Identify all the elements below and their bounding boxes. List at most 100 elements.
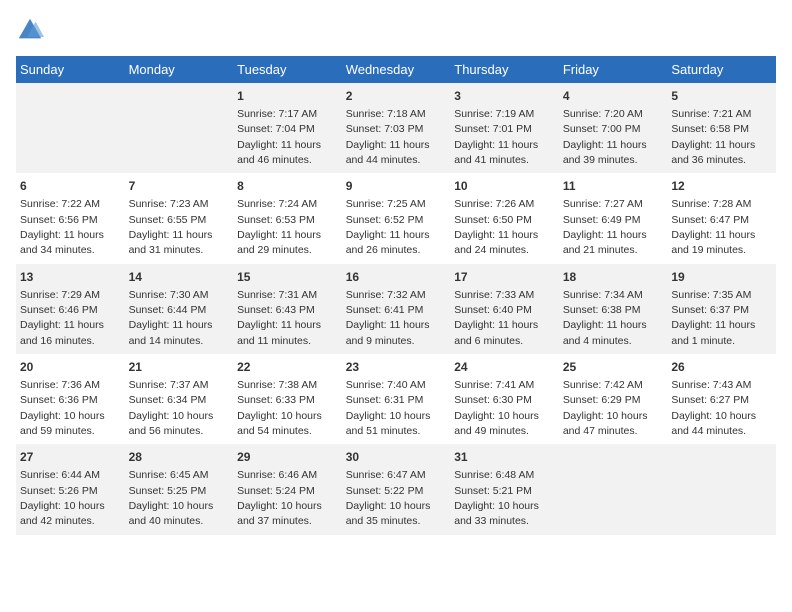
day-info: Sunrise: 7:43 AMSunset: 6:27 PMDaylight:… [671, 379, 756, 437]
calendar-cell [559, 444, 668, 534]
header-saturday: Saturday [667, 56, 776, 83]
calendar-cell: 11Sunrise: 7:27 AMSunset: 6:49 PMDayligh… [559, 173, 668, 263]
calendar-cell: 3Sunrise: 7:19 AMSunset: 7:01 PMDaylight… [450, 83, 559, 173]
day-number: 25 [563, 359, 664, 376]
header-friday: Friday [559, 56, 668, 83]
page-header [16, 16, 776, 44]
calendar-cell: 4 Sunrise: 7:20 AMSunset: 7:00 PMDaylight… [559, 83, 668, 173]
calendar-cell: 28 Sunrise: 6:45 AMSunset: 5:25 PMDayligh… [125, 444, 234, 534]
day-info: Sunrise: 7:30 AMSunset: 6:44 PMDaylight:… [129, 289, 213, 347]
week-row-3: 13 Sunrise: 7:29 AMSunset: 6:46 PMDayligh… [16, 264, 776, 354]
day-number: 4 [563, 88, 664, 105]
day-info: Sunrise: 7:20 AMSunset: 7:00 PMDaylight:… [563, 108, 647, 166]
day-number: 7 [129, 178, 230, 195]
day-info: Sunrise: 6:48 AMSunset: 5:21 PMDaylight:… [454, 469, 539, 527]
calendar-cell: 19 Sunrise: 7:35 AMSunset: 6:37 PMDayligh… [667, 264, 776, 354]
day-number: 16 [346, 269, 447, 286]
day-number: 6 [20, 178, 121, 195]
day-info: Sunrise: 7:38 AMSunset: 6:33 PMDaylight:… [237, 379, 322, 437]
day-info: Sunrise: 7:31 AMSunset: 6:43 PMDaylight:… [237, 289, 321, 347]
day-number: 15 [237, 269, 338, 286]
calendar-cell: 31Sunrise: 6:48 AMSunset: 5:21 PMDayligh… [450, 444, 559, 534]
day-info: Sunrise: 7:17 AMSunset: 7:04 PMDaylight:… [237, 108, 321, 166]
calendar-cell: 9 Sunrise: 7:25 AMSunset: 6:52 PMDaylight… [342, 173, 451, 263]
day-info: Sunrise: 7:37 AMSunset: 6:34 PMDaylight:… [129, 379, 214, 437]
calendar-cell: 2Sunrise: 7:18 AMSunset: 7:03 PMDaylight… [342, 83, 451, 173]
day-info: Sunrise: 7:29 AMSunset: 6:46 PMDaylight:… [20, 289, 104, 347]
calendar-cell: 18Sunrise: 7:34 AMSunset: 6:38 PMDayligh… [559, 264, 668, 354]
day-number: 13 [20, 269, 121, 286]
calendar-cell [16, 83, 125, 173]
calendar-cell: 12 Sunrise: 7:28 AMSunset: 6:47 PMDayligh… [667, 173, 776, 263]
header-monday: Monday [125, 56, 234, 83]
header-tuesday: Tuesday [233, 56, 342, 83]
day-info: Sunrise: 7:36 AMSunset: 6:36 PMDaylight:… [20, 379, 105, 437]
header-thursday: Thursday [450, 56, 559, 83]
calendar-cell: 20 Sunrise: 7:36 AMSunset: 6:36 PMDayligh… [16, 354, 125, 444]
calendar-cell: 5 Sunrise: 7:21 AMSunset: 6:58 PMDaylight… [667, 83, 776, 173]
calendar-cell: 22 Sunrise: 7:38 AMSunset: 6:33 PMDayligh… [233, 354, 342, 444]
day-info: Sunrise: 7:23 AMSunset: 6:55 PMDaylight:… [129, 198, 213, 256]
day-number: 1 [237, 88, 338, 105]
day-number: 24 [454, 359, 555, 376]
day-number: 22 [237, 359, 338, 376]
week-row-1: 1 Sunrise: 7:17 AMSunset: 7:04 PMDaylight… [16, 83, 776, 173]
calendar-cell: 15 Sunrise: 7:31 AMSunset: 6:43 PMDayligh… [233, 264, 342, 354]
logo [16, 16, 48, 44]
day-number: 27 [20, 449, 121, 466]
week-row-4: 20 Sunrise: 7:36 AMSunset: 6:36 PMDayligh… [16, 354, 776, 444]
calendar-cell: 24 Sunrise: 7:41 AMSunset: 6:30 PMDayligh… [450, 354, 559, 444]
day-number: 19 [671, 269, 772, 286]
calendar-cell: 8Sunrise: 7:24 AMSunset: 6:53 PMDaylight… [233, 173, 342, 263]
day-info: Sunrise: 7:42 AMSunset: 6:29 PMDaylight:… [563, 379, 648, 437]
day-info: Sunrise: 7:35 AMSunset: 6:37 PMDaylight:… [671, 289, 755, 347]
day-number: 23 [346, 359, 447, 376]
day-number: 29 [237, 449, 338, 466]
calendar-cell: 17Sunrise: 7:33 AMSunset: 6:40 PMDayligh… [450, 264, 559, 354]
day-number: 20 [20, 359, 121, 376]
day-info: Sunrise: 7:21 AMSunset: 6:58 PMDaylight:… [671, 108, 755, 166]
calendar-cell [125, 83, 234, 173]
day-info: Sunrise: 6:45 AMSunset: 5:25 PMDaylight:… [129, 469, 214, 527]
day-number: 9 [346, 178, 447, 195]
logo-icon [16, 16, 44, 44]
calendar-cell: 6 Sunrise: 7:22 AMSunset: 6:56 PMDaylight… [16, 173, 125, 263]
calendar-header-row: SundayMondayTuesdayWednesdayThursdayFrid… [16, 56, 776, 83]
calendar-cell: 29 Sunrise: 6:46 AMSunset: 5:24 PMDayligh… [233, 444, 342, 534]
day-info: Sunrise: 7:24 AMSunset: 6:53 PMDaylight:… [237, 198, 321, 256]
calendar-cell: 27 Sunrise: 6:44 AMSunset: 5:26 PMDayligh… [16, 444, 125, 534]
day-number: 11 [563, 178, 664, 195]
day-info: Sunrise: 6:44 AMSunset: 5:26 PMDaylight:… [20, 469, 105, 527]
day-number: 3 [454, 88, 555, 105]
day-info: Sunrise: 7:32 AMSunset: 6:41 PMDaylight:… [346, 289, 430, 347]
day-number: 30 [346, 449, 447, 466]
day-number: 2 [346, 88, 447, 105]
calendar-cell: 30Sunrise: 6:47 AMSunset: 5:22 PMDayligh… [342, 444, 451, 534]
day-number: 21 [129, 359, 230, 376]
week-row-2: 6 Sunrise: 7:22 AMSunset: 6:56 PMDaylight… [16, 173, 776, 263]
day-info: Sunrise: 7:40 AMSunset: 6:31 PMDaylight:… [346, 379, 431, 437]
day-number: 10 [454, 178, 555, 195]
day-info: Sunrise: 7:26 AMSunset: 6:50 PMDaylight:… [454, 198, 538, 256]
calendar-cell: 26Sunrise: 7:43 AMSunset: 6:27 PMDayligh… [667, 354, 776, 444]
day-number: 12 [671, 178, 772, 195]
calendar-cell: 14Sunrise: 7:30 AMSunset: 6:44 PMDayligh… [125, 264, 234, 354]
calendar-cell: 23 Sunrise: 7:40 AMSunset: 6:31 PMDayligh… [342, 354, 451, 444]
week-row-5: 27 Sunrise: 6:44 AMSunset: 5:26 PMDayligh… [16, 444, 776, 534]
calendar-cell: 16 Sunrise: 7:32 AMSunset: 6:41 PMDayligh… [342, 264, 451, 354]
header-wednesday: Wednesday [342, 56, 451, 83]
calendar-cell: 13 Sunrise: 7:29 AMSunset: 6:46 PMDayligh… [16, 264, 125, 354]
day-number: 5 [671, 88, 772, 105]
day-info: Sunrise: 7:25 AMSunset: 6:52 PMDaylight:… [346, 198, 430, 256]
calendar-cell: 10 Sunrise: 7:26 AMSunset: 6:50 PMDayligh… [450, 173, 559, 263]
day-info: Sunrise: 7:34 AMSunset: 6:38 PMDaylight:… [563, 289, 647, 347]
day-info: Sunrise: 7:22 AMSunset: 6:56 PMDaylight:… [20, 198, 104, 256]
calendar-cell: 1 Sunrise: 7:17 AMSunset: 7:04 PMDaylight… [233, 83, 342, 173]
day-number: 28 [129, 449, 230, 466]
calendar-table: SundayMondayTuesdayWednesdayThursdayFrid… [16, 56, 776, 535]
day-info: Sunrise: 7:41 AMSunset: 6:30 PMDaylight:… [454, 379, 539, 437]
header-sunday: Sunday [16, 56, 125, 83]
day-info: Sunrise: 7:28 AMSunset: 6:47 PMDaylight:… [671, 198, 755, 256]
calendar-cell: 25 Sunrise: 7:42 AMSunset: 6:29 PMDayligh… [559, 354, 668, 444]
day-info: Sunrise: 6:46 AMSunset: 5:24 PMDaylight:… [237, 469, 322, 527]
